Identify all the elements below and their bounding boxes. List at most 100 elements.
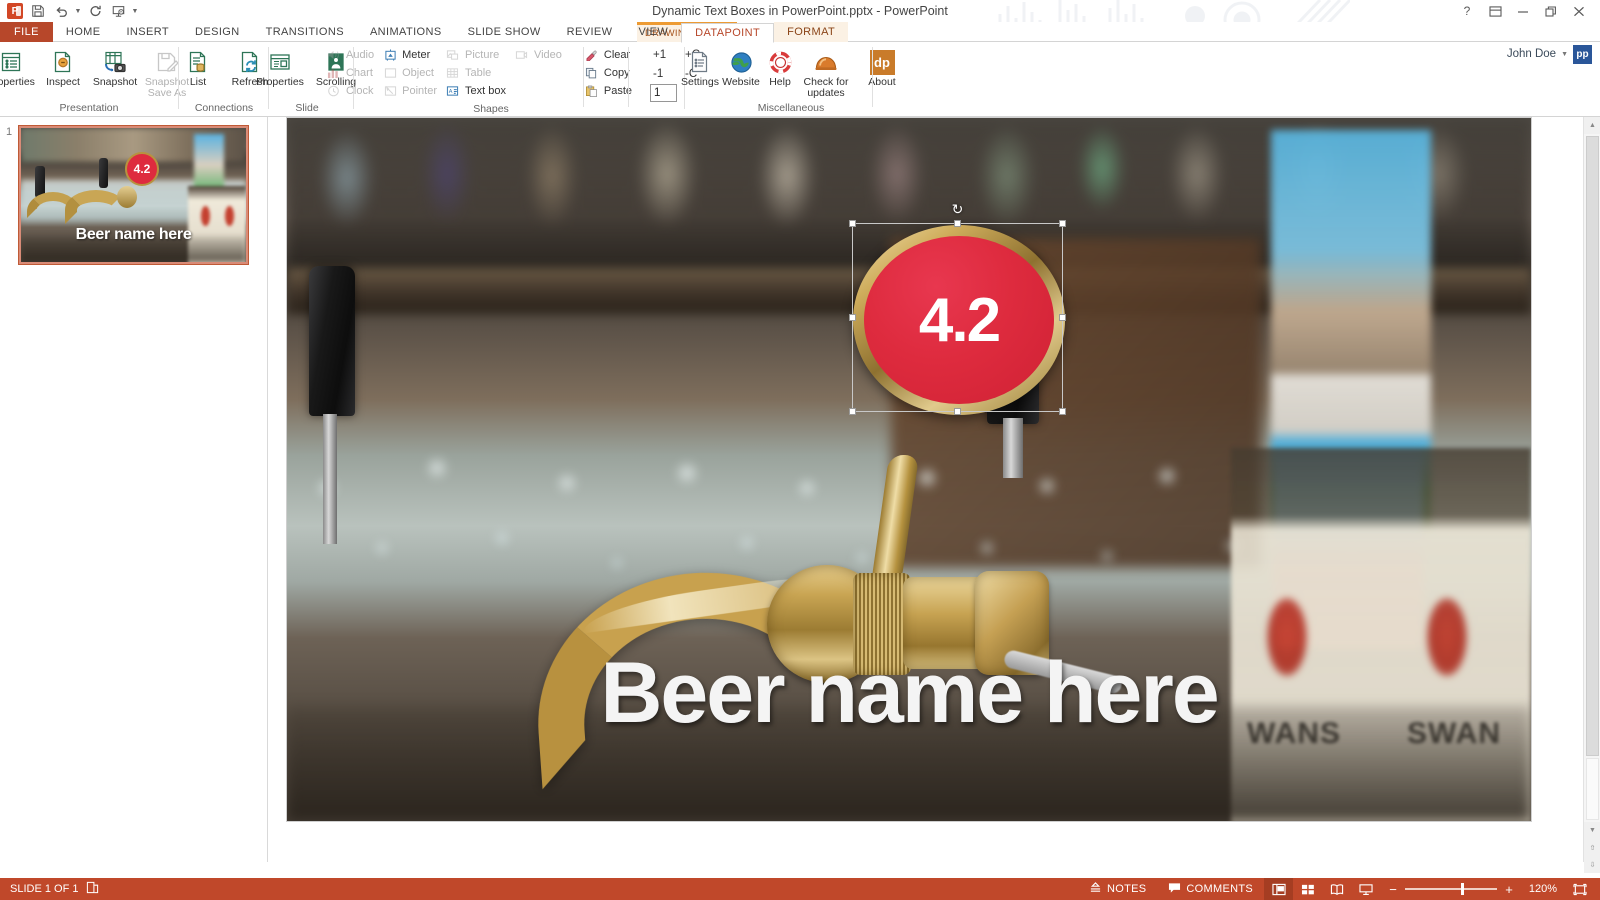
start-slideshow-icon[interactable] [107, 1, 129, 21]
selection-handle-top-center[interactable] [954, 220, 961, 227]
tab-file[interactable]: FILE [0, 22, 53, 42]
undo-dropdown-icon[interactable]: ▼ [73, 8, 83, 15]
fit-to-window-button[interactable] [1565, 878, 1594, 900]
properties-button[interactable]: Properties [0, 45, 37, 90]
notes-label: NOTES [1107, 883, 1146, 895]
tab-insert[interactable]: INSERT [113, 22, 182, 42]
ribbon: Properties Inspect [0, 42, 1600, 117]
tab-view[interactable]: VIEW [625, 22, 681, 42]
list-button[interactable]: List [172, 45, 224, 90]
selection-handle-middle-right[interactable] [1059, 314, 1066, 321]
snapshot-button[interactable]: Snapshot [89, 45, 141, 90]
meter-label: Meter [402, 49, 430, 61]
copy-icon [584, 65, 600, 80]
next-slide-button[interactable]: ⇩ [1584, 856, 1600, 873]
table-icon [445, 65, 461, 80]
count-input[interactable] [650, 84, 677, 102]
clock-label: Clock [346, 85, 374, 97]
tab-animations[interactable]: ANIMATIONS [357, 22, 455, 42]
zoom-out-button[interactable]: − [1388, 882, 1398, 897]
tab-review[interactable]: REVIEW [554, 22, 626, 42]
shapes-column-1: Audio Chart [324, 45, 378, 99]
tab-format[interactable]: FORMAT [774, 22, 848, 42]
tab-transitions[interactable]: TRANSITIONS [253, 22, 357, 42]
video-button: Video [512, 46, 566, 63]
reading-view-button[interactable] [1322, 878, 1351, 900]
decrement-one-button[interactable]: -1 [650, 65, 680, 82]
object-button: Object [380, 64, 441, 81]
accessibility-icon[interactable] [86, 881, 99, 897]
scroll-down-button[interactable]: ▼ [1584, 822, 1600, 839]
ribbon-display-options-button[interactable] [1482, 2, 1508, 20]
misc-inner-separator [872, 47, 873, 107]
slide-editing-area: WANS SWAN [268, 117, 1600, 862]
zoom-level-label[interactable]: 120% [1521, 883, 1557, 895]
shapes-inner-separator [583, 47, 584, 107]
website-button[interactable]: Website [720, 45, 762, 90]
textbox-button[interactable]: A Text box [443, 82, 510, 99]
selection-handle-bottom-left[interactable] [849, 408, 856, 415]
normal-view-button[interactable] [1264, 878, 1293, 900]
tab-home[interactable]: HOME [53, 22, 114, 42]
chart-button: Chart [324, 64, 378, 81]
clear-label: Clear [604, 49, 630, 61]
selection-handle-middle-left[interactable] [849, 314, 856, 321]
restore-button[interactable] [1538, 2, 1564, 20]
slide-canvas[interactable]: WANS SWAN [286, 117, 1532, 822]
inspect-button[interactable]: Inspect [37, 45, 89, 90]
shapes-column-2: Meter Object [380, 45, 441, 99]
tab-datapoint[interactable]: DATAPOINT [681, 23, 774, 43]
minimize-button[interactable] [1510, 2, 1536, 20]
zoom-slider[interactable] [1405, 888, 1497, 890]
selection-handle-bottom-right[interactable] [1059, 408, 1066, 415]
selection-handle-top-left[interactable] [849, 220, 856, 227]
check-for-updates-button[interactable]: Check for updates [798, 45, 854, 101]
slideshow-button[interactable] [1351, 878, 1380, 900]
slide-thumbnail-1[interactable]: 4.2 Beer name here [19, 126, 248, 264]
user-name[interactable]: John Doe [1507, 48, 1556, 60]
notes-button[interactable]: NOTES [1078, 878, 1157, 900]
settings-button[interactable]: Settings [680, 45, 720, 90]
previous-slide-button[interactable]: ⇧ [1584, 839, 1600, 856]
selection-handle-top-right[interactable] [1059, 220, 1066, 227]
comments-button[interactable]: COMMENTS [1157, 878, 1264, 900]
slide-properties-label: Properties [256, 77, 304, 88]
check-updates-label: Check for updates [799, 77, 853, 99]
shapes-inner-separator-2 [628, 47, 629, 107]
redo-icon[interactable] [84, 1, 106, 21]
rotation-handle[interactable]: ↻ [950, 202, 965, 217]
zoom-in-button[interactable]: + [1504, 882, 1514, 897]
help-button[interactable]: ? [1454, 2, 1480, 20]
picture-label: Picture [465, 49, 499, 61]
zoom-slider-knob[interactable] [1461, 883, 1464, 895]
help-button-ribbon[interactable]: Help [762, 45, 798, 90]
close-button[interactable] [1566, 2, 1592, 20]
slide-title-text[interactable]: Beer name here [287, 644, 1531, 743]
clock-icon [326, 83, 342, 98]
scroll-up-button[interactable]: ▲ [1584, 117, 1600, 134]
selection-frame [852, 223, 1063, 412]
customize-qat-icon[interactable]: ▼ [130, 8, 140, 15]
slide-sorter-button[interactable] [1293, 878, 1322, 900]
comments-label: COMMENTS [1186, 883, 1253, 895]
slide-properties-button[interactable]: Properties [251, 45, 309, 90]
thumbnail-title: Beer name here [21, 226, 246, 244]
tab-design[interactable]: DESIGN [182, 22, 253, 42]
selection-handle-bottom-center[interactable] [954, 408, 961, 415]
picture-icon [445, 47, 461, 62]
meter-button[interactable]: Meter [380, 46, 441, 63]
scrollbar-thumb[interactable] [1586, 136, 1599, 756]
slide-vertical-scrollbar[interactable]: ▲ ▼ ⇧ ⇩ [1583, 117, 1600, 862]
pointer-icon [382, 83, 398, 98]
undo-icon[interactable] [50, 1, 72, 21]
save-icon[interactable] [27, 1, 49, 21]
tab-slide-show[interactable]: SLIDE SHOW [455, 22, 554, 42]
user-dropdown-icon[interactable]: ▼ [1561, 51, 1568, 58]
scrollbar-track[interactable] [1586, 758, 1599, 820]
website-icon [730, 47, 753, 77]
avatar[interactable]: pp [1573, 45, 1592, 64]
about-button[interactable]: dp About [862, 45, 902, 90]
increment-one-button[interactable]: +1 [650, 46, 680, 63]
ribbon-tabs: FILE HOME INSERT DESIGN TRANSITIONS ANIM… [0, 22, 848, 42]
about-dp-icon: dp [870, 47, 895, 77]
